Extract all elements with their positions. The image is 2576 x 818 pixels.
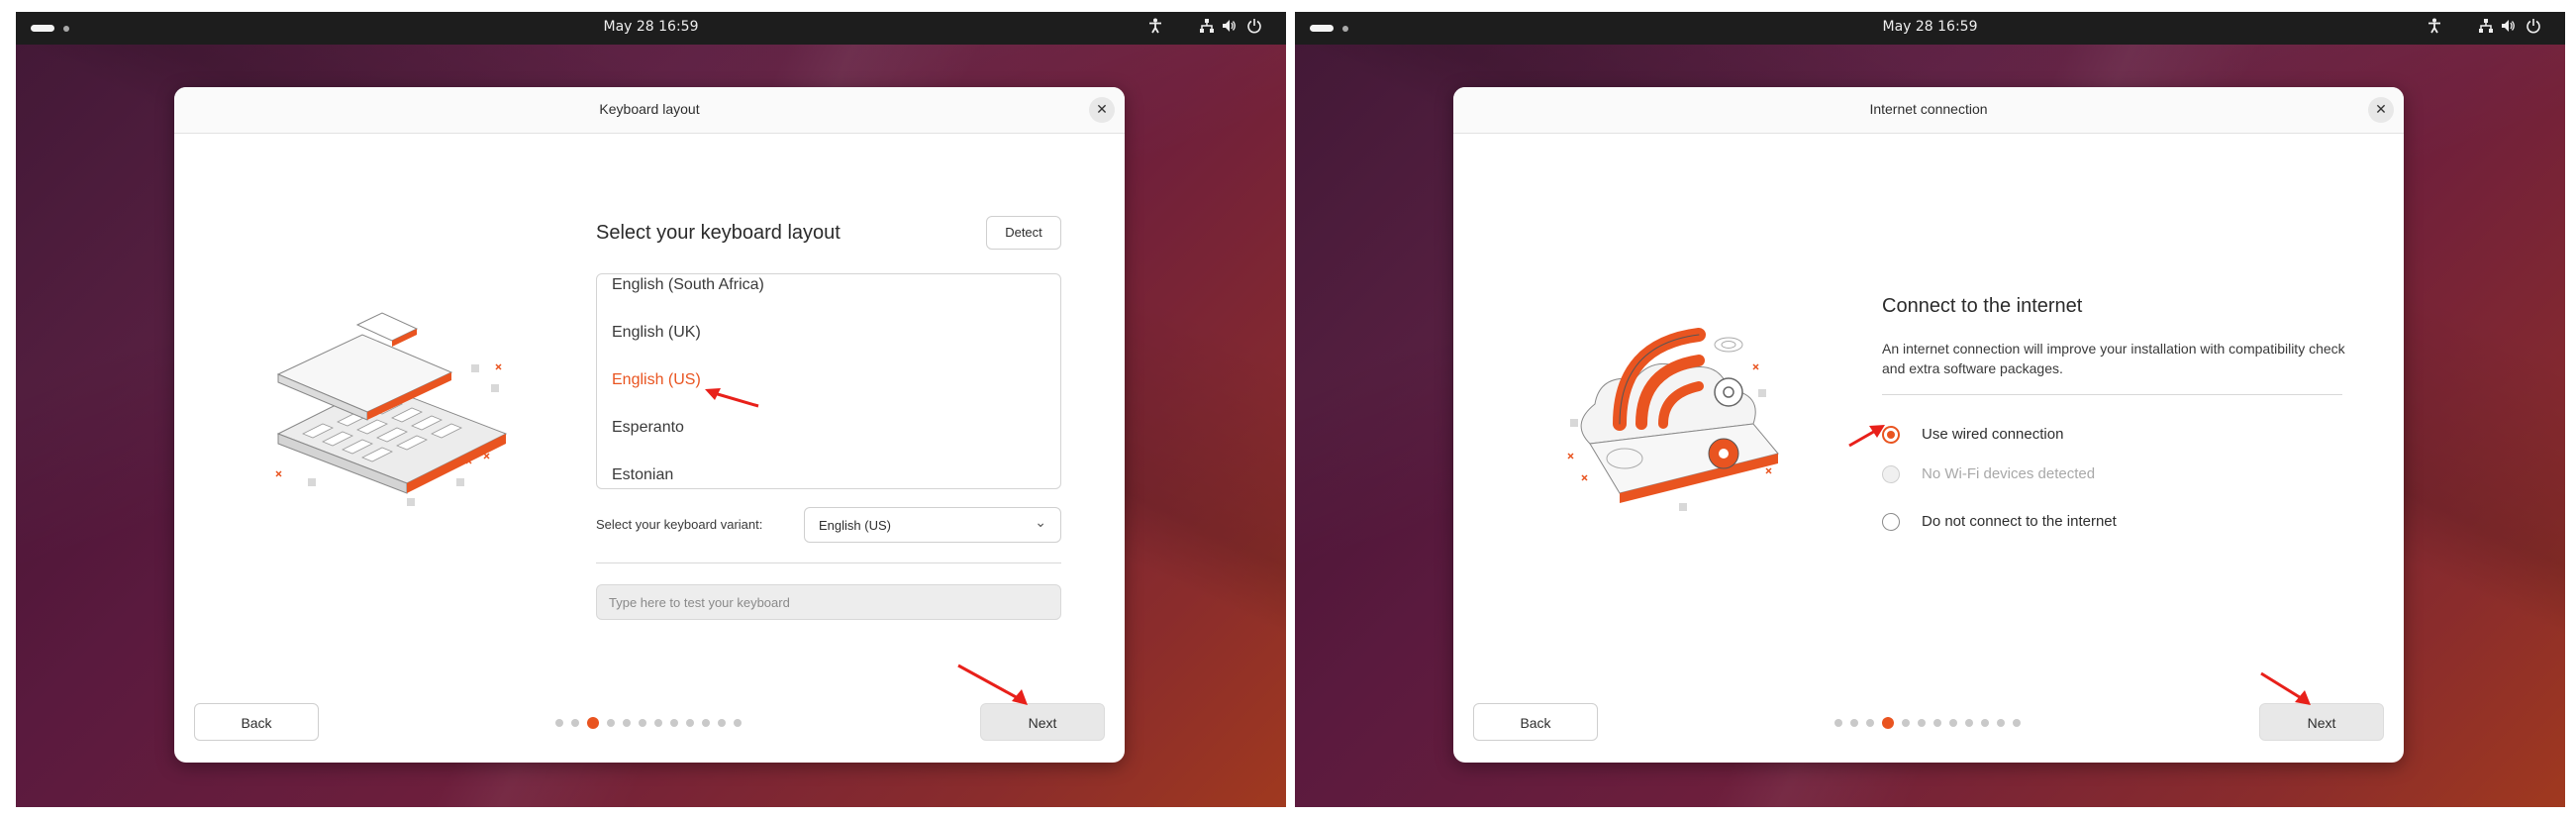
progress-dot <box>2013 719 2021 727</box>
volume-icon[interactable] <box>2500 18 2516 38</box>
back-button[interactable]: Back <box>194 703 319 741</box>
variant-dropdown[interactable]: English (US) ⌄ <box>804 507 1061 543</box>
close-icon: ✕ <box>1096 102 1108 118</box>
detect-button[interactable]: Detect <box>986 216 1061 250</box>
progress-dot <box>1834 719 1842 727</box>
progress-dot <box>1981 719 1989 727</box>
progress-dot <box>1918 719 1926 727</box>
power-icon[interactable] <box>2526 18 2541 38</box>
annotation-arrow-icon <box>2260 671 2311 705</box>
close-button[interactable]: ✕ <box>1089 97 1115 123</box>
top-bar: May 28 16:59 <box>1295 12 2565 45</box>
accessibility-icon[interactable] <box>1148 18 1162 38</box>
progress-dot <box>1866 719 1874 727</box>
progress-dot <box>702 719 710 727</box>
progress-dot <box>571 719 579 727</box>
progress-dot <box>1933 719 1941 727</box>
progress-dot <box>1902 719 1910 727</box>
keyboard-test-input[interactable] <box>596 584 1061 620</box>
progress-dot <box>1949 719 1957 727</box>
progress-dots <box>555 717 742 729</box>
next-button[interactable]: Next <box>2259 703 2384 741</box>
power-icon[interactable] <box>1246 18 1262 38</box>
next-button[interactable]: Next <box>980 703 1105 741</box>
page-heading: Connect to the internet <box>1882 295 2083 317</box>
network-icon[interactable] <box>1199 18 1215 38</box>
variant-label: Select your keyboard variant: <box>596 517 763 532</box>
radio-label: No Wi-Fi devices detected <box>1922 465 2096 482</box>
progress-dots <box>1834 717 2021 729</box>
annotation-arrow-icon <box>957 664 1028 705</box>
description-text: An internet connection will improve your… <box>1882 341 2345 376</box>
volume-icon[interactable] <box>1221 18 1237 38</box>
installer-dialog-keyboard: Keyboard layout ✕ Select your keyboard l… <box>174 87 1125 763</box>
radio-label: Use wired connection <box>1922 426 2064 443</box>
desktop-screen-left: May 28 16:59 Keyboard layout ✕ Select yo… <box>16 12 1286 807</box>
back-button[interactable]: Back <box>1473 703 1598 741</box>
progress-dot-current <box>1882 717 1894 729</box>
progress-dot <box>1965 719 1973 727</box>
desktop-screen-right: May 28 16:59 Internet connection ✕ Conne… <box>1295 12 2565 807</box>
progress-dot <box>654 719 662 727</box>
progress-dot <box>734 719 742 727</box>
progress-dot <box>686 719 694 727</box>
radio-button[interactable] <box>1882 513 1900 531</box>
keyboard-layout-list[interactable]: English (South Africa) English (UK) Engl… <box>596 273 1061 489</box>
list-item[interactable]: English (UK) <box>612 324 701 342</box>
keyboard-illustration <box>275 312 508 506</box>
progress-dot-current <box>587 717 599 729</box>
top-bar: May 28 16:59 <box>16 12 1286 45</box>
network-icon[interactable] <box>2478 18 2494 38</box>
accessibility-icon[interactable] <box>2427 18 2441 38</box>
window-title: Keyboard layout <box>599 101 700 117</box>
titlebar: Keyboard layout ✕ <box>174 87 1125 134</box>
progress-dot <box>555 719 563 727</box>
separator <box>596 562 1061 563</box>
list-item-selected[interactable]: English (US) <box>612 371 701 389</box>
chevron-down-icon: ⌄ <box>1035 515 1046 531</box>
progress-dot <box>623 719 631 727</box>
progress-dot <box>1850 719 1858 727</box>
separator <box>1882 394 2342 395</box>
clock[interactable]: May 28 16:59 <box>1295 19 2565 35</box>
clock[interactable]: May 28 16:59 <box>16 19 1286 35</box>
progress-dot <box>639 719 646 727</box>
progress-dot <box>1997 719 2005 727</box>
list-item[interactable]: Estonian <box>612 466 673 484</box>
window-title: Internet connection <box>1869 101 1988 117</box>
close-icon: ✕ <box>2375 102 2387 118</box>
list-item[interactable]: Esperanto <box>612 419 684 437</box>
annotation-arrow-icon <box>705 388 759 408</box>
annotation-arrow-icon <box>1848 425 1885 448</box>
page-heading: Select your keyboard layout <box>596 222 841 244</box>
radio-button-disabled <box>1882 465 1900 483</box>
list-item[interactable]: English (South Africa) <box>612 276 764 294</box>
titlebar: Internet connection ✕ <box>1453 87 2404 134</box>
variant-value: English (US) <box>819 518 891 533</box>
installer-dialog-internet: Internet connection ✕ Connect to the int… <box>1453 87 2404 763</box>
progress-dot <box>607 719 615 727</box>
progress-dot <box>718 719 726 727</box>
wifi-cloud-illustration <box>1567 328 1779 511</box>
close-button[interactable]: ✕ <box>2368 97 2394 123</box>
radio-label: Do not connect to the internet <box>1922 513 2117 530</box>
progress-dot <box>670 719 678 727</box>
